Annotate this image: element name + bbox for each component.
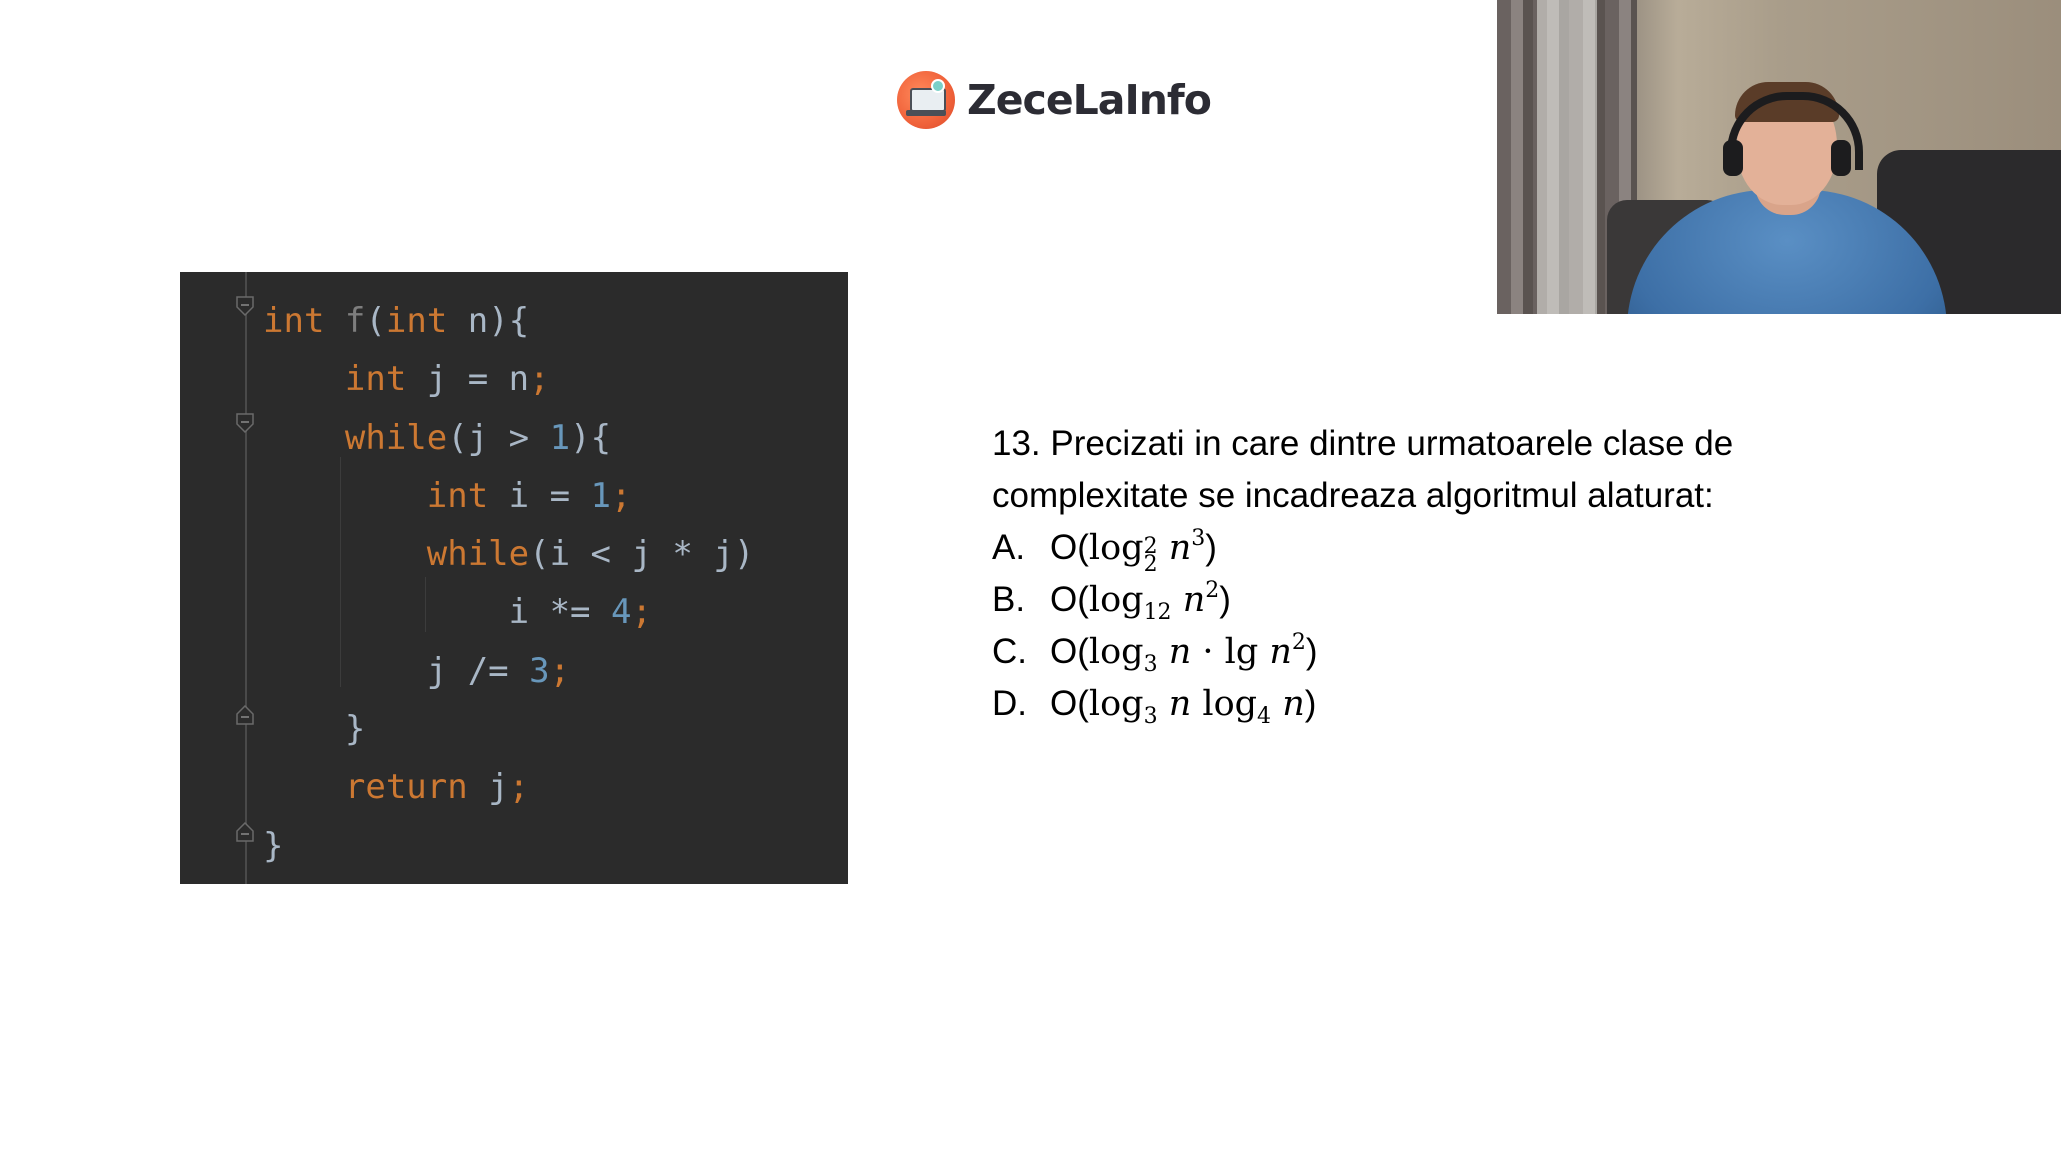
code-token: int (385, 301, 448, 341)
log-text: log (1088, 684, 1144, 724)
code-token: return (344, 767, 468, 808)
fold-open-icon[interactable] (236, 413, 254, 433)
question-text-line-2: complexitate se incadreaza algoritmul al… (992, 476, 1714, 515)
code-token: ( (365, 301, 386, 341)
code-token: j /= (263, 650, 530, 691)
log-base: 3 (1143, 704, 1158, 729)
code-token: ; (508, 767, 530, 808)
code-line: int j = n; (263, 350, 754, 408)
code-line: while(j > 1){ (263, 409, 754, 467)
log-text: log (1088, 528, 1144, 568)
code-token: ){ (570, 417, 612, 458)
code-token: 3 (529, 650, 550, 691)
option-suffix: ) (1305, 632, 1318, 671)
code-token: int (344, 359, 407, 400)
exponent: 2 (1205, 578, 1220, 603)
option-b: B. O(log12 n2) (992, 574, 1892, 626)
code-token: j (467, 767, 509, 808)
presenter-webcam-video (1497, 0, 2061, 314)
code-token: i = (488, 475, 591, 516)
option-prefix: O( (1050, 528, 1089, 567)
code-token: 4 (611, 592, 632, 633)
option-a-formula: log 2 2 n3 (1088, 526, 1206, 576)
code-token: int (426, 475, 489, 516)
code-token: int (263, 301, 325, 341)
option-letter: B. (992, 580, 1026, 619)
code-token: (j > (447, 417, 550, 458)
code-line: while(i < j * j) (263, 525, 755, 583)
gutter-line (245, 272, 247, 884)
variable: n (1282, 684, 1305, 724)
code-token: 1 (549, 417, 571, 458)
option-d-formula: log3 n log4 n (1088, 684, 1305, 728)
code-token: (i < j * j) (529, 534, 755, 575)
option-prefix: O( (1050, 580, 1089, 619)
question-block: 13. Precizati in care dintre urmatoarele… (992, 418, 1892, 730)
code-line: int i = 1; (263, 467, 754, 525)
log-base: 2 (1143, 552, 1158, 577)
code-token: while (344, 417, 448, 458)
variable: n (1269, 632, 1292, 672)
fold-open-icon[interactable] (236, 296, 254, 316)
option-prefix: O( (1050, 632, 1089, 671)
laptop-logo-icon (897, 71, 955, 129)
lg-operator: · lg (1191, 632, 1270, 672)
log-text: log (1191, 684, 1258, 724)
code-line: } (263, 817, 754, 875)
code-line: int f(int n){ (263, 292, 754, 350)
option-d: D. O(log3 n log4 n) (992, 678, 1892, 730)
code-token: i *= (263, 592, 611, 633)
option-c: C. O(log3 n · lg n2) (992, 626, 1892, 678)
option-suffix: ) (1219, 580, 1231, 619)
brand-logo: ZeceLaInfo (897, 70, 1212, 130)
code-line: } (263, 700, 754, 758)
option-letter: C. (992, 632, 1027, 671)
log-base: 4 (1257, 704, 1272, 729)
code-line: j /= 3; (263, 642, 754, 700)
code-token: j = n (406, 359, 530, 400)
code-token: } (263, 825, 284, 866)
option-letter: A. (992, 528, 1026, 567)
code-line: i *= 4; (263, 583, 754, 641)
log-base: 3 (1143, 652, 1158, 677)
code-token: n){ (447, 301, 530, 341)
option-letter: D. (992, 684, 1027, 723)
code-token: f (344, 301, 366, 341)
fold-close-icon[interactable] (236, 822, 254, 842)
option-prefix: O( (1050, 684, 1089, 723)
code-token: while (426, 534, 530, 575)
option-b-formula: log12 n2 (1088, 578, 1220, 624)
code-token: } (263, 709, 366, 750)
variable: n (1168, 684, 1192, 724)
code-editor-panel: int f(int n){ int j = n; while(j > 1){ i… (180, 272, 848, 884)
fold-close-icon[interactable] (236, 705, 254, 725)
code-line: return j; (263, 758, 754, 816)
code-block: int f(int n){ int j = n; while(j > 1){ i… (263, 292, 754, 875)
log-text: log (1088, 632, 1144, 672)
code-token: ; (611, 475, 632, 516)
code-token: ; (549, 650, 571, 691)
question-text-line-1: 13. Precizati in care dintre urmatoarele… (992, 424, 1734, 463)
option-a: A. O(log 2 2 n3) (992, 522, 1892, 576)
log-text: log (1088, 580, 1144, 620)
variable: n (1168, 528, 1192, 568)
variable: n (1182, 580, 1206, 620)
option-suffix: ) (1304, 684, 1317, 723)
brand-name: ZeceLaInfo (967, 76, 1212, 124)
exponent: 2 (1291, 630, 1306, 655)
variable: n (1168, 632, 1192, 672)
log-base: 12 (1143, 600, 1172, 625)
code-token: 1 (590, 475, 612, 516)
exponent: 3 (1191, 526, 1206, 551)
code-token: ; (529, 359, 550, 400)
option-c-formula: log3 n · lg n2 (1088, 630, 1306, 676)
option-suffix: ) (1205, 528, 1217, 567)
code-token: ; (631, 592, 652, 633)
